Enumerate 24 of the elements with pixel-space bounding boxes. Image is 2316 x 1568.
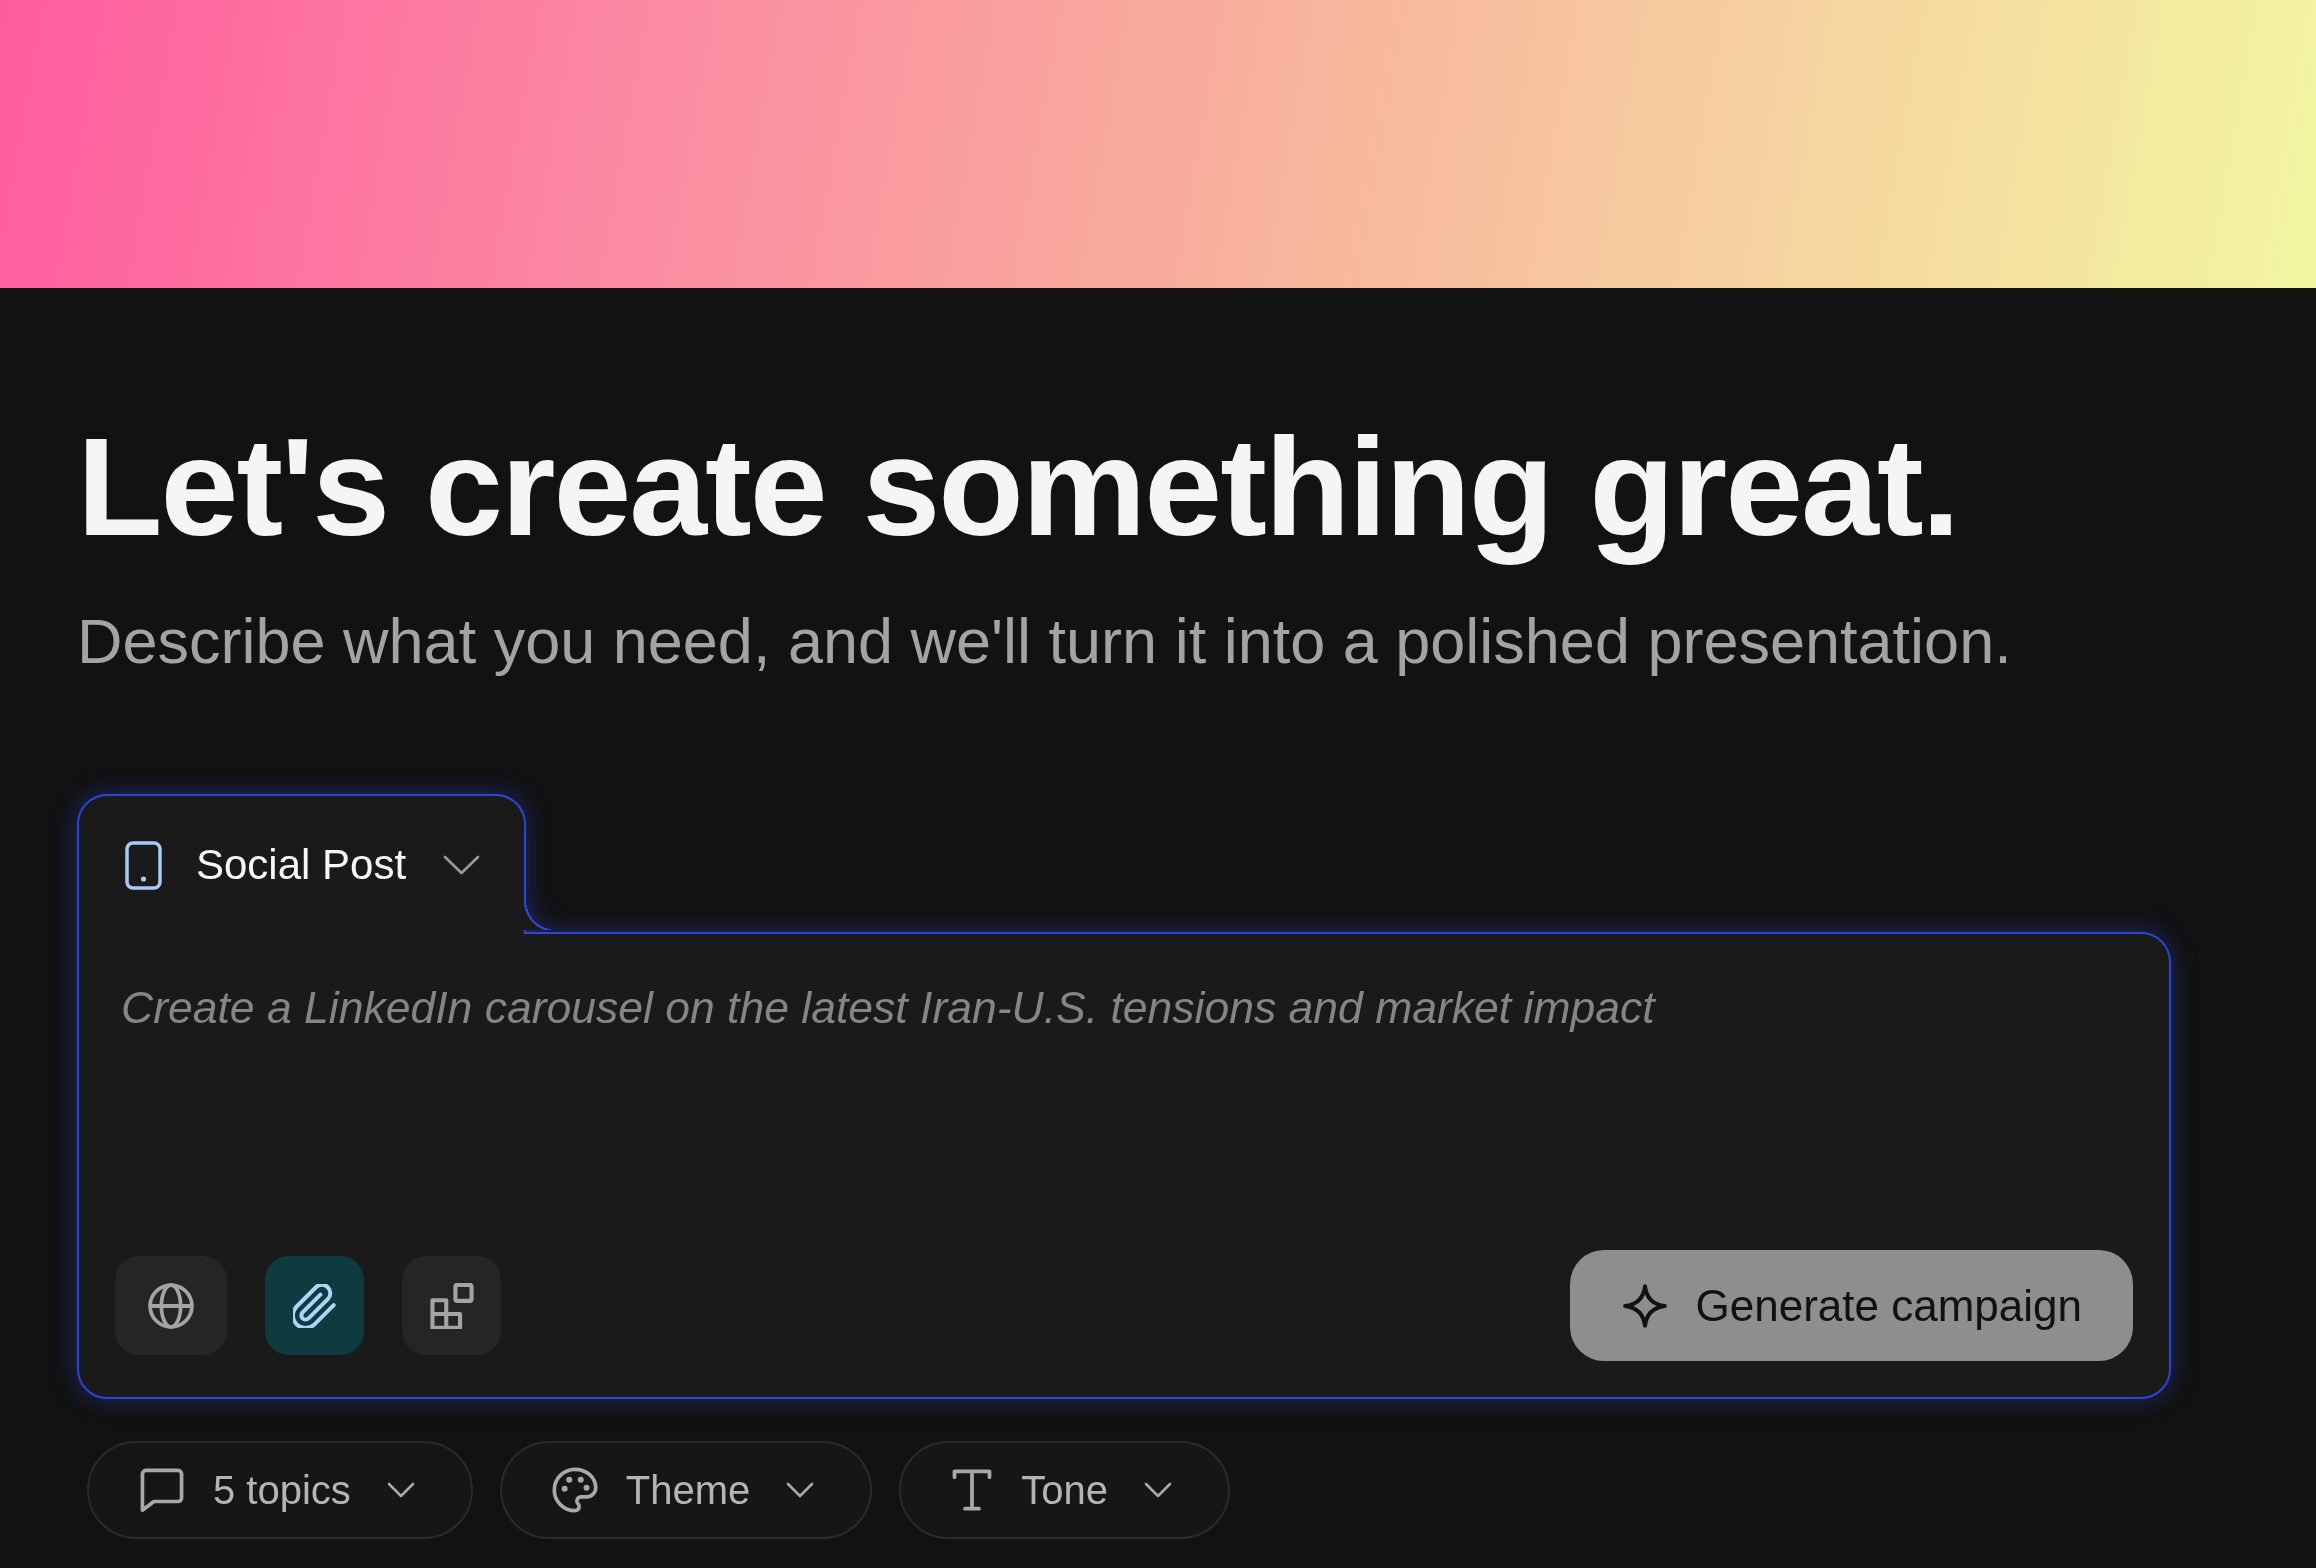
phone-icon xyxy=(125,840,162,890)
palette-icon xyxy=(551,1467,598,1514)
paperclip-button[interactable] xyxy=(265,1256,364,1356)
paperclip-icon xyxy=(292,1283,337,1328)
option-dropdown[interactable]: Tone xyxy=(899,1441,1231,1540)
format-dropdown[interactable]: Social Post xyxy=(77,794,526,935)
option-dropdown[interactable]: Theme xyxy=(499,1441,873,1540)
speech-bubble-icon xyxy=(139,1467,185,1514)
chevron-down-icon xyxy=(443,855,480,876)
chevron-down-icon xyxy=(786,1482,815,1499)
sparkle-icon xyxy=(1621,1282,1668,1329)
globe-button[interactable] xyxy=(115,1256,227,1356)
headline: Let's create something great. xyxy=(77,407,1960,567)
chevron-down-icon xyxy=(386,1482,415,1499)
globe-icon xyxy=(148,1282,194,1329)
chevron-down-icon xyxy=(1144,1482,1173,1499)
option-dropdown[interactable]: 5 topics xyxy=(87,1441,473,1540)
prompt-box[interactable]: Create a LinkedIn carousel on the latest Iran-U.S. tensions and market impact Generate campaign xyxy=(77,932,2171,1400)
blocks-icon xyxy=(428,1282,475,1329)
subheadline: Describe what you need, and we'll turn it into a polished presentation. xyxy=(77,608,2012,675)
text-type-icon xyxy=(951,1469,994,1512)
prompt-field[interactable]: Create a LinkedIn carousel on the latest Iran-U.S. tensions and market impact xyxy=(115,934,2133,1251)
generate-button[interactable]: Generate campaign xyxy=(1569,1250,2133,1362)
blocks-button[interactable] xyxy=(402,1256,501,1356)
